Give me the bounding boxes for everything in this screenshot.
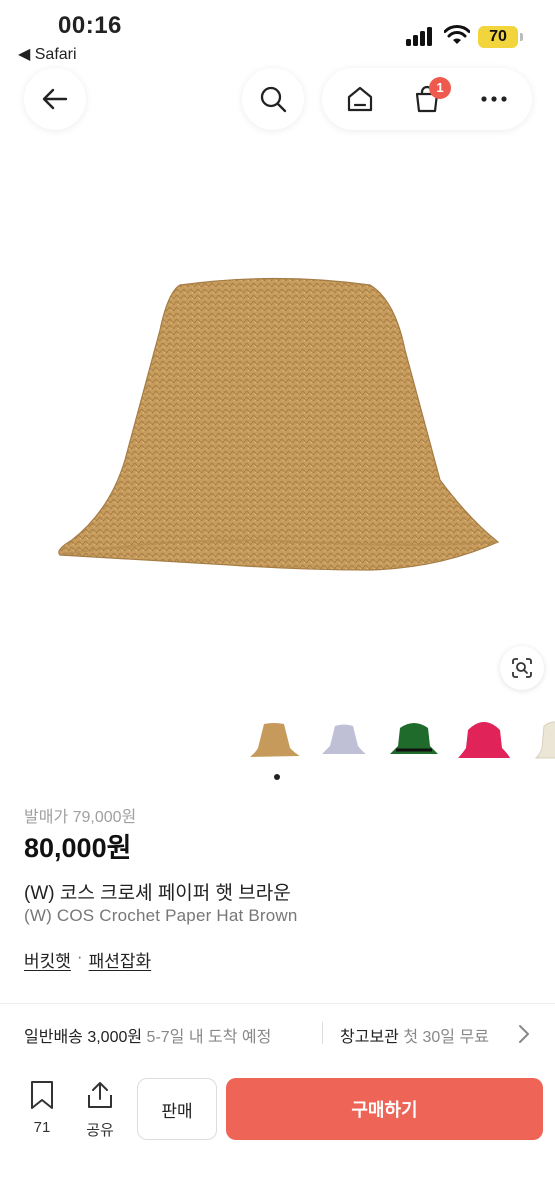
thumb-hat [458, 722, 510, 758]
thumbnail-green[interactable] [386, 712, 442, 768]
back-to-safari[interactable]: ◀ Safari [18, 44, 77, 64]
more-icon [481, 96, 507, 102]
sell-button[interactable]: 판매 [137, 1078, 217, 1140]
search-icon [260, 86, 287, 113]
release-price: 발매가 79,000원 [24, 809, 137, 826]
thumb-hat [322, 724, 366, 754]
cart-badge: 1 [428, 77, 451, 99]
category-breadcrumb: 버킷햇 · 패션잡화 [24, 947, 151, 972]
category-separator: · [76, 947, 83, 966]
share-label: 공유 [86, 1122, 114, 1139]
general-shipping-label: 일반배송 3,000원 [24, 1029, 143, 1046]
thumbnail-lilac[interactable] [316, 712, 372, 768]
category-bucket-hat[interactable]: 버킷햇 [24, 947, 71, 972]
home-button[interactable] [334, 73, 386, 125]
storage-note: 첫 30일 무료 [403, 1029, 489, 1046]
thumb-hat [250, 723, 300, 757]
buy-button[interactable]: 구매하기 [226, 1078, 543, 1140]
arrow-left-icon [42, 88, 68, 110]
status-bar: 00:16 ◀ Safari 70 [0, 0, 555, 66]
signal-icon [406, 26, 436, 46]
storage-option: 창고보관 첫 30일 무료 [340, 1023, 489, 1047]
product-name-english: (W) COS Crochet Paper Hat Brown [24, 906, 298, 925]
bottom-action-bar: 71 공유 판매 구매하기 [0, 1062, 555, 1200]
wishlist-count: 71 [33, 1119, 51, 1136]
product-name-korean: (W) 코스 크로셰 페이퍼 햇 브라운 [24, 883, 291, 904]
thumbnail-pink[interactable] [456, 712, 512, 768]
thumbnail-brown[interactable] [246, 712, 302, 768]
wishlist-button[interactable]: 71 [22, 1080, 62, 1136]
thumbnail-strip [246, 712, 555, 768]
storage-label: 창고보관 [340, 1029, 399, 1046]
back-button[interactable] [24, 68, 86, 130]
current-price: 80,000원 [24, 833, 132, 863]
product-image[interactable] [0, 150, 555, 710]
shipping-separator [322, 1022, 323, 1044]
category-fashion-goods[interactable]: 패션잡화 [89, 947, 152, 972]
thumb-hat [534, 721, 555, 759]
status-time: 00:16 [58, 12, 122, 39]
nav-actions: 1 [322, 68, 532, 130]
share-icon [88, 1082, 112, 1108]
thumbnail-cream[interactable] [526, 712, 555, 768]
cart-button[interactable]: 1 [401, 73, 453, 125]
lens-icon [512, 658, 532, 678]
share-button[interactable]: 공유 [80, 1080, 120, 1140]
home-icon [347, 86, 372, 112]
carousel-indicator [274, 774, 280, 780]
general-shipping: 일반배송 3,000원 5-7일 내 도착 예정 [24, 1023, 271, 1047]
general-shipping-eta: 5-7일 내 도착 예정 [146, 1029, 272, 1046]
more-button[interactable] [468, 73, 520, 125]
bookmark-icon [31, 1081, 53, 1109]
search-button[interactable] [242, 68, 304, 130]
chevron-right-icon [519, 1025, 529, 1043]
battery-indicator: 70 [478, 26, 523, 48]
wifi-icon [444, 25, 470, 44]
lens-search-button[interactable] [500, 646, 544, 690]
shipping-row[interactable]: 일반배송 3,000원 5-7일 내 도착 예정 창고보관 첫 30일 무료 [0, 1004, 555, 1062]
